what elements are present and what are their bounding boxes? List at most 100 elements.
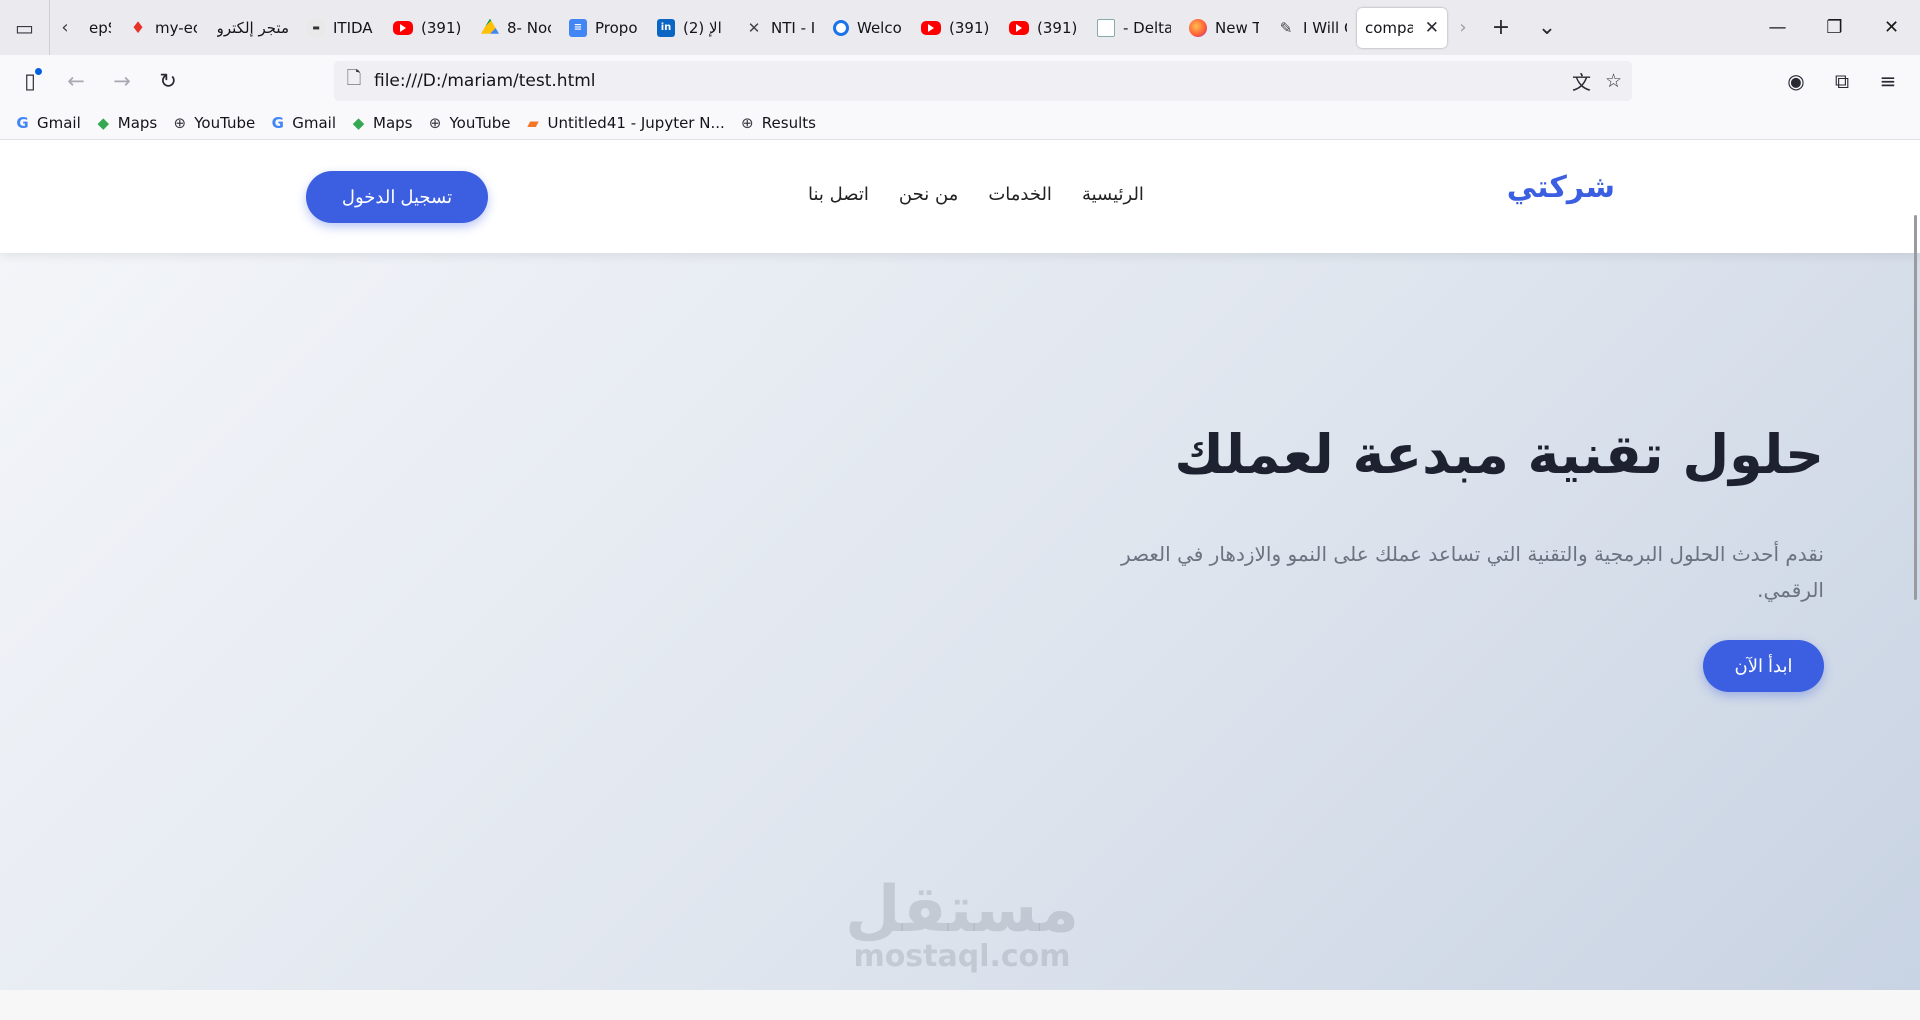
back-icon[interactable]: ← (54, 61, 98, 101)
bookmark-item[interactable]: G Gmail (269, 114, 336, 132)
new-tab-icon[interactable]: + (1478, 0, 1524, 55)
bookmark-star-icon[interactable]: ☆ (1605, 70, 1622, 92)
tab[interactable]: (391) I (1001, 8, 1087, 48)
bookmark-item[interactable]: ⊕ YouTube (171, 114, 255, 132)
tab[interactable]: ≡ Propo (561, 8, 647, 48)
bookmark-item[interactable]: ⊕ YouTube (427, 114, 511, 132)
bookmark-item[interactable]: G Gmail (14, 114, 81, 132)
menu-icon[interactable]: ≡ (1866, 61, 1910, 101)
tab[interactable]: ▬ ITIDA (299, 8, 383, 48)
toolbar-right: ◉ ⧉ ≡ (1772, 61, 1910, 101)
close-window-icon[interactable]: ✕ (1863, 0, 1920, 55)
url-actions: 文 ☆ (1572, 61, 1622, 101)
start-now-button[interactable]: ابدأ الآن (1703, 640, 1824, 692)
tab-label: my-ec (155, 18, 197, 37)
restore-icon[interactable]: ❐ (1806, 0, 1863, 55)
tabs-scroll-right-icon[interactable]: › (1448, 0, 1478, 55)
tab[interactable]: - Delta (1089, 8, 1179, 48)
list-all-tabs-icon[interactable]: ⌄ (1524, 0, 1570, 55)
watermark-english: mostaql.com (853, 939, 1071, 974)
login-button[interactable]: تسجيل الدخول (306, 171, 488, 223)
tab-label: Propo (595, 18, 638, 37)
google-icon: G (16, 114, 29, 132)
youtube-icon (1009, 20, 1029, 35)
address-bar[interactable]: 🗋 file:///D:/mariam/test.html 文 ☆ (334, 61, 1632, 101)
bookmark-label: Gmail (37, 114, 81, 132)
firefox-view-icon[interactable]: ▭ (0, 0, 50, 55)
flame-icon: ♦ (130, 18, 146, 37)
tab-label: compar (1365, 18, 1413, 37)
tabs-scroll-left-icon[interactable]: ‹ (50, 0, 80, 55)
docs-icon: ≡ (569, 18, 587, 37)
tab[interactable]: epS (81, 8, 119, 48)
tab-label: I Will C (1303, 18, 1347, 37)
bookmark-item[interactable]: ◆ Maps (95, 114, 157, 132)
nav-link-contact[interactable]: اتصل بنا (808, 184, 869, 205)
page-scrollbar[interactable] (1914, 215, 1917, 600)
tab-label: 8- Noc (507, 18, 551, 37)
notification-dot (35, 68, 42, 75)
tab[interactable]: Welco (825, 8, 911, 48)
c-icon (833, 19, 849, 36)
watermark: مستقل mostaql.com (842, 873, 1082, 974)
globe-icon: ⊕ (740, 114, 754, 132)
tab[interactable]: ♦ my-ec (121, 8, 205, 48)
drive-icon (481, 18, 499, 34)
nav-toolbar: ▯ ← → ↻ 🗋 file:///D:/mariam/test.html 文 … (0, 55, 1920, 107)
tab-active[interactable]: compar ✕ (1357, 7, 1447, 48)
minimize-icon[interactable]: — (1749, 0, 1806, 55)
itida-icon: ▬ (307, 18, 325, 37)
reload-icon[interactable]: ↻ (146, 61, 190, 101)
tab-list: epS ♦ my-ec متجر إلكترو ▬ ITIDA (391) 8-… (80, 0, 1448, 55)
bookmark-label: YouTube (449, 114, 511, 132)
bookmark-item[interactable]: ⊕ Results (739, 114, 816, 132)
tab[interactable]: ✎ I Will C (1269, 8, 1355, 48)
tab-label: - Delta (1123, 18, 1171, 37)
maps-icon: ◆ (352, 114, 365, 132)
tab[interactable]: in (2) الإ (649, 8, 735, 48)
tab-label: (391) (949, 18, 990, 37)
tab[interactable]: New T (1181, 8, 1267, 48)
tab[interactable]: ✕ NTI - I (737, 8, 823, 48)
file-icon: 🗋 (346, 68, 362, 89)
tab-label: (2) الإ (683, 18, 722, 37)
hero-subtitle: نقدم أحدث الحلول البرمجية والتقنية التي … (1121, 542, 1824, 602)
site-header: شركتي الرئيسية الخدمات من نحن اتصل بنا ت… (0, 140, 1920, 253)
jupyter-icon: ▰ (527, 114, 539, 132)
tab-label: (391) (421, 18, 462, 37)
bookmark-label: Maps (373, 114, 413, 132)
tab[interactable]: 8- Noc (473, 8, 559, 48)
tab[interactable]: (391) (913, 8, 999, 48)
forward-icon[interactable]: → (100, 61, 144, 101)
watermark-arabic: مستقل (844, 873, 1080, 947)
bookmark-label: Untitled41 - Jupyter N... (547, 114, 725, 132)
sidebar-icon[interactable]: ▯ (8, 61, 52, 101)
extensions-icon[interactable]: ⧉ (1820, 61, 1864, 101)
translate-icon[interactable]: 文 (1572, 68, 1591, 95)
site-logo[interactable]: شركتي (1507, 170, 1615, 205)
browser-window: ▭ ‹ epS ♦ my-ec متجر إلكترو ▬ ITIDA (391… (0, 0, 1920, 1020)
nav-link-about[interactable]: من نحن (899, 184, 958, 205)
youtube-icon (393, 20, 413, 35)
account-icon[interactable]: ◉ (1774, 61, 1818, 101)
close-tab-icon[interactable]: ✕ (1425, 18, 1439, 38)
globe-icon: ⊕ (428, 114, 442, 132)
hero-title: حلول تقنية مبدعة لعملك (1174, 423, 1824, 486)
feather-icon: ✎ (1279, 18, 1293, 37)
page-viewport: شركتي الرئيسية الخدمات من نحن اتصل بنا ت… (0, 140, 1920, 1020)
url-text[interactable]: file:///D:/mariam/test.html (374, 71, 596, 91)
bookmark-label: Results (761, 114, 816, 132)
nav-link-services[interactable]: الخدمات (988, 184, 1052, 205)
bookmark-item[interactable]: ▰ Untitled41 - Jupyter N... (525, 114, 725, 132)
tab[interactable]: متجر إلكترو (207, 8, 297, 48)
globe-icon: ⊕ (173, 114, 187, 132)
window-controls: — ❐ ✕ (1749, 0, 1920, 55)
firefox-icon (1189, 18, 1207, 37)
bookmark-item[interactable]: ◆ Maps (350, 114, 413, 132)
next-section (0, 990, 1920, 1020)
tab-label: NTI - I (771, 18, 815, 37)
google-icon: G (271, 114, 284, 132)
tab-label: ITIDA (333, 18, 373, 37)
tab[interactable]: (391) (385, 8, 471, 48)
nav-link-home[interactable]: الرئيسية (1082, 184, 1144, 205)
